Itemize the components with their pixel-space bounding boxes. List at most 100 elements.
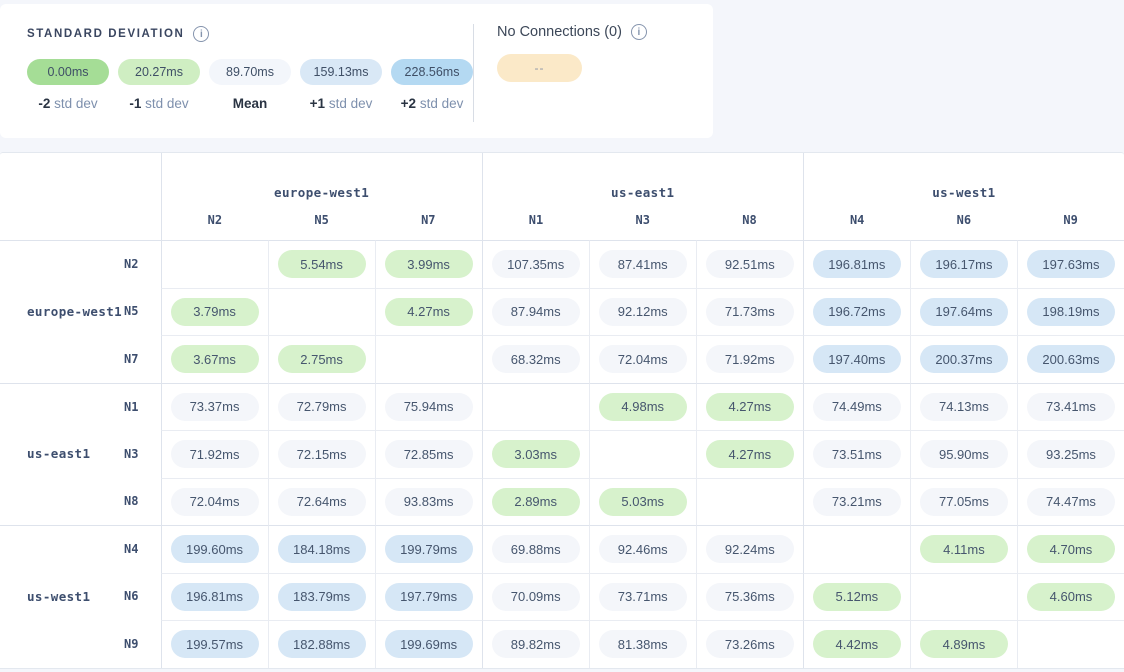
latency-pill[interactable]: 198.19ms — [1027, 298, 1115, 326]
latency-pill[interactable]: 107.35ms — [492, 250, 580, 278]
latency-cell[interactable]: 73.41ms — [1017, 383, 1124, 431]
latency-cell[interactable]: 196.17ms — [910, 240, 1017, 288]
latency-pill[interactable]: 196.72ms — [813, 298, 901, 326]
latency-pill[interactable]: 89.82ms — [492, 630, 580, 658]
column-region-label[interactable]: us-east1 — [483, 185, 803, 200]
latency-cell[interactable]: 93.25ms — [1017, 430, 1124, 478]
latency-cell[interactable]: 199.57ms — [161, 620, 268, 668]
latency-pill[interactable]: 92.24ms — [706, 535, 794, 563]
latency-pill[interactable]: 72.15ms — [278, 440, 366, 468]
latency-cell[interactable]: 72.15ms — [268, 430, 375, 478]
latency-pill[interactable]: 3.03ms — [492, 440, 580, 468]
latency-pill[interactable]: 73.51ms — [813, 440, 901, 468]
latency-pill[interactable]: 95.90ms — [920, 440, 1008, 468]
latency-pill[interactable]: 72.64ms — [278, 488, 366, 516]
latency-cell[interactable]: 74.49ms — [803, 383, 910, 431]
latency-pill[interactable]: 71.92ms — [706, 345, 794, 373]
latency-cell[interactable]: 184.18ms — [268, 525, 375, 573]
latency-cell[interactable]: 197.79ms — [375, 573, 482, 621]
latency-pill[interactable]: 74.49ms — [813, 393, 901, 421]
latency-pill[interactable]: 199.79ms — [385, 535, 473, 563]
latency-cell[interactable]: 72.04ms — [589, 335, 696, 383]
latency-cell[interactable]: 92.51ms — [696, 240, 803, 288]
row-region-label[interactable]: europe-west1 — [27, 304, 122, 319]
latency-cell[interactable]: 73.26ms — [696, 620, 803, 668]
latency-pill[interactable]: 69.88ms — [492, 535, 580, 563]
latency-pill[interactable]: 197.40ms — [813, 345, 901, 373]
latency-pill[interactable]: 74.47ms — [1027, 488, 1115, 516]
latency-pill[interactable]: 77.05ms — [920, 488, 1008, 516]
latency-pill[interactable]: 200.37ms — [920, 345, 1008, 373]
latency-pill[interactable]: 2.75ms — [278, 345, 366, 373]
latency-cell[interactable]: 72.04ms — [161, 478, 268, 526]
latency-pill[interactable]: 74.13ms — [920, 393, 1008, 421]
latency-pill[interactable]: 200.63ms — [1027, 345, 1115, 373]
latency-pill[interactable]: 4.11ms — [920, 535, 1008, 563]
latency-pill[interactable]: 2.89ms — [492, 488, 580, 516]
latency-pill[interactable]: 4.27ms — [706, 393, 794, 421]
latency-pill[interactable]: 73.26ms — [706, 630, 794, 658]
latency-cell[interactable]: 4.11ms — [910, 525, 1017, 573]
latency-pill[interactable]: 92.51ms — [706, 250, 794, 278]
latency-pill[interactable]: 4.27ms — [385, 298, 473, 326]
latency-cell[interactable]: 197.40ms — [803, 335, 910, 383]
latency-pill[interactable]: 81.38ms — [599, 630, 687, 658]
latency-pill[interactable]: 199.69ms — [385, 630, 473, 658]
latency-cell[interactable]: 4.98ms — [589, 383, 696, 431]
latency-pill[interactable]: 72.04ms — [599, 345, 687, 373]
latency-cell[interactable]: 5.54ms — [268, 240, 375, 288]
latency-cell[interactable]: 72.64ms — [268, 478, 375, 526]
latency-pill[interactable]: 4.60ms — [1027, 583, 1115, 611]
latency-pill[interactable]: 196.81ms — [171, 583, 259, 611]
latency-pill[interactable]: 183.79ms — [278, 583, 366, 611]
info-icon[interactable] — [193, 26, 209, 42]
latency-cell[interactable]: 71.92ms — [161, 430, 268, 478]
latency-cell[interactable]: 87.41ms — [589, 240, 696, 288]
latency-cell[interactable]: 73.51ms — [803, 430, 910, 478]
latency-cell[interactable]: 4.27ms — [696, 383, 803, 431]
latency-pill[interactable]: 93.25ms — [1027, 440, 1115, 468]
latency-pill[interactable]: 73.37ms — [171, 393, 259, 421]
latency-cell[interactable]: 92.24ms — [696, 525, 803, 573]
latency-cell[interactable]: 81.38ms — [589, 620, 696, 668]
latency-pill[interactable]: 73.71ms — [599, 583, 687, 611]
latency-pill[interactable]: 70.09ms — [492, 583, 580, 611]
latency-pill[interactable]: 199.57ms — [171, 630, 259, 658]
latency-cell[interactable]: 182.88ms — [268, 620, 375, 668]
latency-cell[interactable]: 87.94ms — [482, 288, 589, 336]
latency-cell[interactable]: 3.67ms — [161, 335, 268, 383]
latency-cell[interactable]: 183.79ms — [268, 573, 375, 621]
latency-cell[interactable]: 4.60ms — [1017, 573, 1124, 621]
latency-cell[interactable]: 200.63ms — [1017, 335, 1124, 383]
latency-pill[interactable]: 3.79ms — [171, 298, 259, 326]
latency-pill[interactable]: 4.70ms — [1027, 535, 1115, 563]
column-region-label[interactable]: us-west1 — [804, 185, 1124, 200]
latency-cell[interactable]: 3.03ms — [482, 430, 589, 478]
latency-pill[interactable]: 5.54ms — [278, 250, 366, 278]
column-region-label[interactable]: europe-west1 — [162, 185, 482, 200]
latency-pill[interactable]: 87.94ms — [492, 298, 580, 326]
latency-cell[interactable]: 196.81ms — [803, 240, 910, 288]
latency-cell[interactable]: 4.70ms — [1017, 525, 1124, 573]
latency-cell[interactable]: 72.85ms — [375, 430, 482, 478]
latency-pill[interactable]: 93.83ms — [385, 488, 473, 516]
row-region-label[interactable]: us-east1 — [27, 446, 90, 461]
latency-pill[interactable]: 196.17ms — [920, 250, 1008, 278]
latency-cell[interactable]: 73.71ms — [589, 573, 696, 621]
latency-pill[interactable]: 197.79ms — [385, 583, 473, 611]
latency-pill[interactable]: 87.41ms — [599, 250, 687, 278]
latency-cell[interactable]: 5.12ms — [803, 573, 910, 621]
latency-cell[interactable]: 199.60ms — [161, 525, 268, 573]
latency-pill[interactable]: 5.12ms — [813, 583, 901, 611]
latency-pill[interactable]: 4.27ms — [706, 440, 794, 468]
latency-pill[interactable]: 197.64ms — [920, 298, 1008, 326]
latency-cell[interactable]: 199.79ms — [375, 525, 482, 573]
latency-cell[interactable]: 75.94ms — [375, 383, 482, 431]
latency-pill[interactable]: 72.04ms — [171, 488, 259, 516]
latency-cell[interactable]: 68.32ms — [482, 335, 589, 383]
latency-cell[interactable]: 200.37ms — [910, 335, 1017, 383]
latency-cell[interactable]: 107.35ms — [482, 240, 589, 288]
latency-pill[interactable]: 199.60ms — [171, 535, 259, 563]
latency-cell[interactable]: 70.09ms — [482, 573, 589, 621]
latency-cell[interactable]: 72.79ms — [268, 383, 375, 431]
